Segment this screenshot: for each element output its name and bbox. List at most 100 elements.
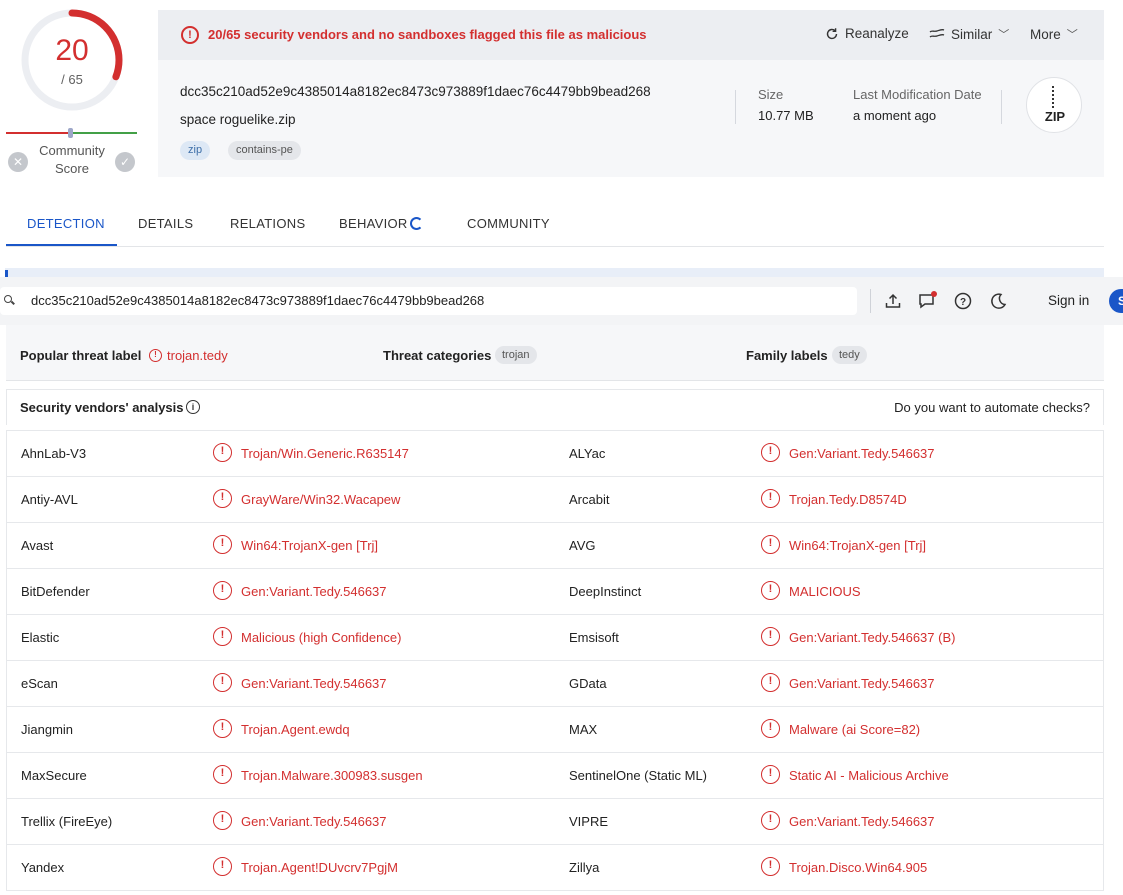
- security-vendors-title: Security vendors' analysis: [20, 400, 184, 415]
- vendor-name: DeepInstinct: [569, 584, 642, 599]
- table-row: AhnLab-V3! Trojan/Win.Generic.R635147 ALYa…: [7, 431, 1103, 477]
- sign-in-link[interactable]: Sign in: [1048, 293, 1089, 308]
- vendor-name: Yandex: [21, 860, 65, 875]
- table-row: Avast! Win64:TrojanX-gen [Trj] AVG! Win64:T…: [7, 523, 1103, 569]
- vendor-name: AhnLab-V3: [21, 446, 87, 461]
- alert-circle-icon: !: [761, 673, 780, 692]
- threat-category-chip[interactable]: trojan: [495, 346, 537, 364]
- tab-relations[interactable]: RELATIONS: [230, 216, 305, 231]
- chevron-down-icon: ﹀: [1066, 29, 1078, 41]
- detection-alert-text: 20/65 security vendors and no sandboxes …: [208, 27, 647, 42]
- alert-circle-icon: !: [213, 627, 232, 646]
- refresh-icon: [826, 27, 838, 39]
- vendor-result[interactable]: Gen:Variant.Tedy.546637: [241, 814, 387, 829]
- vendor-name: Jiangmin: [21, 722, 74, 737]
- vendor-result[interactable]: Trojan.Tedy.D8574D: [789, 492, 907, 507]
- reanalyze-button[interactable]: Reanalyze: [825, 26, 909, 41]
- alert-circle-icon: !: [213, 443, 232, 462]
- vendor-result[interactable]: Malware (ai Score=82): [789, 722, 920, 737]
- vendor-name: Arcabit: [569, 492, 610, 507]
- alert-circle-icon: !: [213, 489, 232, 508]
- vendor-result[interactable]: Gen:Variant.Tedy.546637: [241, 584, 387, 599]
- vendor-result[interactable]: GrayWare/Win32.Wacapew: [241, 492, 400, 507]
- loading-spinner-icon: [410, 217, 423, 230]
- vendor-result[interactable]: Malicious (high Confidence): [241, 630, 401, 645]
- automate-checks-link[interactable]: Do you want to automate checks?: [894, 400, 1090, 415]
- family-labels-title: Family labels: [746, 348, 828, 363]
- more-dropdown[interactable]: More ﹀: [1030, 26, 1078, 42]
- vendor-result[interactable]: Gen:Variant.Tedy.546637: [241, 676, 387, 691]
- tab-details[interactable]: DETAILS: [138, 216, 193, 231]
- vendor-name: Avast: [21, 538, 54, 553]
- vendor-results-table: AhnLab-V3! Trojan/Win.Generic.R635147 ALYa…: [6, 430, 1104, 891]
- check-circle-icon[interactable]: ✓: [115, 152, 135, 172]
- alert-circle-icon: !: [213, 811, 232, 830]
- similar-dropdown[interactable]: Similar ﹀: [929, 26, 1009, 42]
- alert-circle-icon: !: [149, 349, 162, 362]
- vendor-result[interactable]: Gen:Variant.Tedy.546637: [789, 446, 935, 461]
- alert-circle-icon: !: [761, 489, 780, 508]
- tag-contains-pe[interactable]: contains-pe: [228, 141, 301, 160]
- community-score-label: Community Score: [39, 143, 105, 176]
- vendor-name: MaxSecure: [21, 768, 87, 783]
- size-label: Size: [758, 87, 784, 102]
- table-row: MaxSecure! Trojan.Malware.300983.susgen Se…: [7, 753, 1103, 799]
- vendor-result[interactable]: Trojan.Disco.Win64.905: [789, 860, 927, 875]
- vendor-result[interactable]: Win64:TrojanX-gen [Trj]: [241, 538, 378, 553]
- info-icon[interactable]: i: [186, 400, 200, 414]
- top-search-toolbar: dcc35c210ad52e9c4385014a8182ec8473c97388…: [0, 277, 1123, 325]
- similar-icon: [929, 28, 945, 38]
- report-tabs: DETECTION DETAILS RELATIONS BEHAVIOR COM…: [6, 200, 1104, 247]
- vendor-result[interactable]: Win64:TrojanX-gen [Trj]: [789, 538, 926, 553]
- vendor-result[interactable]: Trojan.Agent.ewdq: [241, 722, 350, 737]
- detection-summary-header: ! 20/65 security vendors and no sandboxe…: [158, 10, 1104, 60]
- community-score-knob: [68, 128, 73, 138]
- threat-labels-row: Popular threat label ! trojan.tedy Threa…: [6, 325, 1104, 381]
- vendor-result[interactable]: Gen:Variant.Tedy.546637: [789, 676, 935, 691]
- file-hash[interactable]: dcc35c210ad52e9c4385014a8182ec8473c97388…: [180, 84, 651, 99]
- dark-mode-icon[interactable]: [988, 291, 1008, 311]
- vendor-name: BitDefender: [21, 584, 90, 599]
- zip-file-type-icon: ZIP: [1026, 77, 1082, 133]
- popular-threat-label-value[interactable]: ! trojan.tedy: [149, 348, 228, 363]
- search-input[interactable]: dcc35c210ad52e9c4385014a8182ec8473c97388…: [0, 287, 857, 315]
- last-modified-label: Last Modification Date: [853, 87, 982, 102]
- tab-community[interactable]: COMMUNITY: [467, 216, 550, 231]
- alert-circle-icon: !: [761, 811, 780, 830]
- vendor-result[interactable]: Trojan.Agent!DUvcrv7PgjM: [241, 860, 398, 875]
- file-info-card: dcc35c210ad52e9c4385014a8182ec8473c97388…: [158, 60, 1104, 177]
- vendor-result[interactable]: Trojan.Malware.300983.susgen: [241, 768, 423, 783]
- tag-zip[interactable]: zip: [180, 141, 211, 160]
- vendor-result[interactable]: MALICIOUS: [789, 584, 861, 599]
- alert-circle-icon: !: [761, 857, 780, 876]
- tab-behavior[interactable]: BEHAVIOR: [339, 216, 408, 231]
- alert-circle-icon: !: [761, 535, 780, 554]
- vendor-name: Emsisoft: [569, 630, 619, 645]
- x-circle-icon[interactable]: ✕: [8, 152, 28, 172]
- vendor-result[interactable]: Gen:Variant.Tedy.546637: [789, 814, 935, 829]
- vendor-result[interactable]: Trojan/Win.Generic.R635147: [241, 446, 409, 461]
- alert-circle-icon: !: [761, 581, 780, 600]
- alert-circle-icon: !: [213, 719, 232, 738]
- help-icon[interactable]: ?: [953, 291, 973, 311]
- vendor-result[interactable]: Gen:Variant.Tedy.546637 (B): [789, 630, 955, 645]
- threat-categories-title: Threat categories: [383, 348, 492, 363]
- vendor-result[interactable]: Static AI - Malicious Archive: [789, 768, 949, 783]
- detection-score-ring: 20 / 65: [20, 8, 124, 112]
- search-input-value[interactable]: dcc35c210ad52e9c4385014a8182ec8473c97388…: [31, 293, 484, 308]
- alert-circle-icon: !: [213, 535, 232, 554]
- chevron-down-icon: ﹀: [998, 29, 1010, 41]
- table-row: Antiy-AVL! GrayWare/Win32.Wacapew Arcabit!…: [7, 477, 1103, 523]
- vendor-name: eScan: [21, 676, 58, 691]
- sign-up-button[interactable]: S: [1109, 289, 1123, 313]
- upload-icon[interactable]: [883, 291, 903, 311]
- size-value: 10.77 MB: [758, 108, 814, 123]
- tab-detection[interactable]: DETECTION: [27, 216, 105, 231]
- vendor-name: GData: [569, 676, 607, 691]
- family-label-chip[interactable]: tedy: [832, 346, 867, 364]
- more-label: More: [1030, 26, 1061, 42]
- vendor-name: AVG: [569, 538, 596, 553]
- similar-label: Similar: [951, 26, 993, 42]
- vendor-name: Trellix (FireEye): [21, 814, 113, 829]
- notifications-icon[interactable]: [918, 291, 938, 311]
